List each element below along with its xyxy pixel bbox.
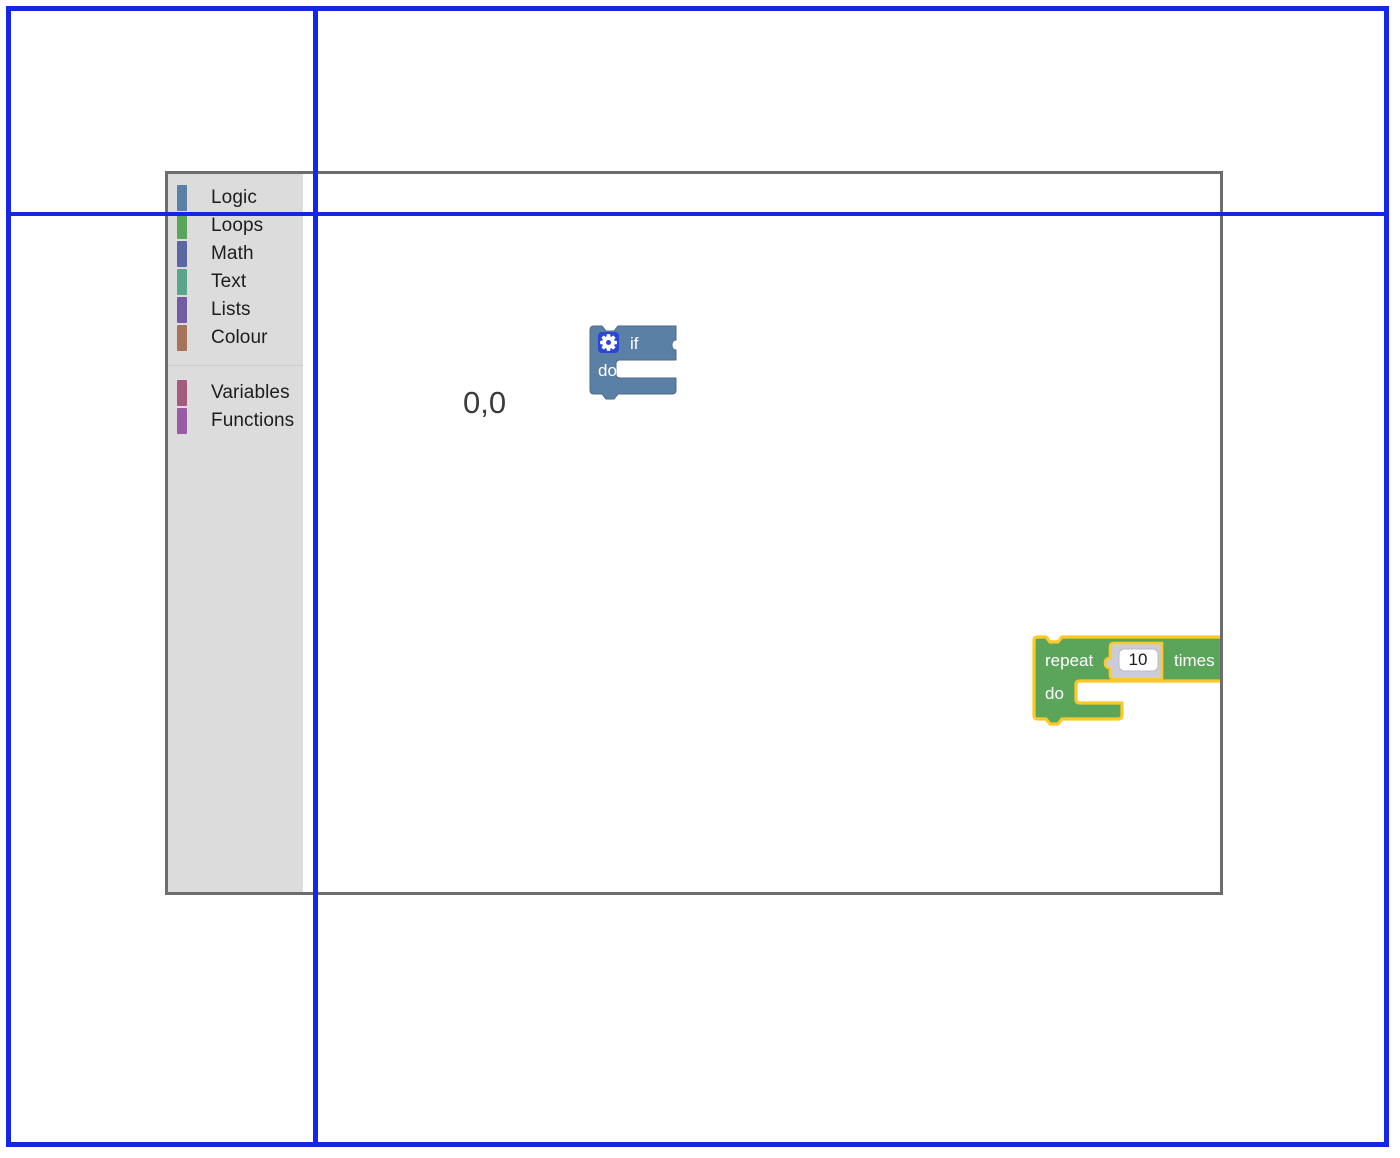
gear-icon[interactable] <box>598 332 619 353</box>
toolbox-category-variables[interactable]: Variables <box>168 379 303 407</box>
toolbox-category-label: Logic <box>211 187 257 208</box>
origin-coordinate-label: 0,0 <box>463 385 507 420</box>
toolbox-gap <box>168 352 303 365</box>
toolbox-category-functions[interactable]: Functions <box>168 407 303 435</box>
toolbox-category-colour[interactable]: Colour <box>168 324 303 352</box>
toolbox-category-logic[interactable]: Logic <box>168 184 303 212</box>
block-controls-repeat[interactable]: repeat 10 times do <box>1032 635 1220 735</box>
category-color-swatch <box>177 269 187 295</box>
category-color-swatch <box>177 241 187 267</box>
category-color-swatch <box>177 325 187 351</box>
if-do-label: do <box>598 361 617 380</box>
toolbox-category-label: Variables <box>211 382 290 403</box>
toolbox-category-text[interactable]: Text <box>168 268 303 296</box>
toolbox-category-label: Math <box>211 243 254 264</box>
category-color-swatch <box>177 380 187 406</box>
blockly-workspace-panel[interactable]: Logic Loops Math Text Lists Colour Varia <box>165 171 1223 895</box>
block-layer: if do repeat 10 times do <box>303 174 1220 892</box>
toolbox-category-label: Colour <box>211 327 268 348</box>
if-label: if <box>630 334 639 353</box>
block-controls-if[interactable]: if do <box>589 325 690 412</box>
workspace-canvas[interactable]: 0,0 if do repeat 10 times do <box>303 174 1220 892</box>
toolbox-gap <box>168 366 303 379</box>
number-value: 10 <box>1129 650 1148 669</box>
category-color-swatch <box>177 213 187 239</box>
toolbox-category-label: Functions <box>211 410 295 431</box>
toolbox-category-label: Loops <box>211 215 264 236</box>
toolbox-category-math[interactable]: Math <box>168 240 303 268</box>
toolbox-category-label: Lists <box>211 299 251 320</box>
repeat-do-label: do <box>1045 684 1064 703</box>
repeat-label: repeat <box>1045 651 1093 670</box>
times-label: times <box>1174 651 1215 670</box>
toolbox[interactable]: Logic Loops Math Text Lists Colour Varia <box>168 174 303 892</box>
block-math-number[interactable]: 10 <box>1103 641 1164 681</box>
category-color-swatch <box>177 408 187 434</box>
toolbox-category-label: Text <box>211 271 247 292</box>
toolbox-category-loops[interactable]: Loops <box>168 212 303 240</box>
category-color-swatch <box>177 185 187 211</box>
category-color-swatch <box>177 297 187 323</box>
toolbox-category-lists[interactable]: Lists <box>168 296 303 324</box>
